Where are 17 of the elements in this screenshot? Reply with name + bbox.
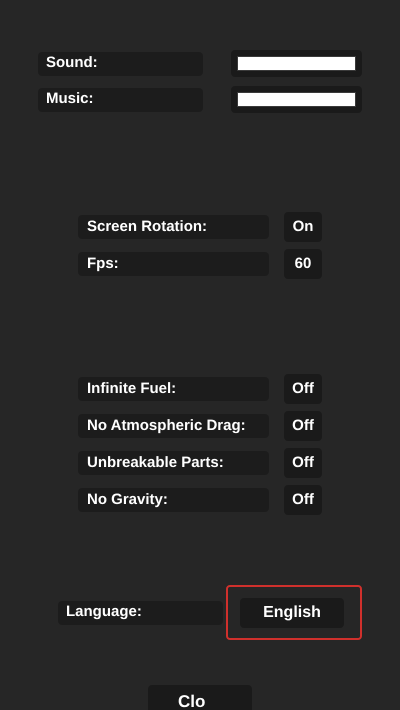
setting-label: Infinite Fuel: [78, 377, 269, 401]
toggle-button[interactable]: On [284, 212, 322, 242]
setting-label: Unbreakable Parts: [78, 451, 269, 475]
setting-label: No Atmospheric Drag: [78, 414, 269, 438]
setting-label: Language: [58, 600, 223, 624]
toggle-button[interactable]: Off [284, 485, 322, 515]
close-button[interactable]: Clo [148, 685, 252, 710]
setting-label: Fps: [78, 252, 269, 276]
toggle-button[interactable]: 60 [284, 249, 322, 279]
setting-label: Sound: [38, 52, 203, 76]
toggle-button[interactable]: Off [284, 374, 322, 404]
setting-label: Screen Rotation: [78, 215, 269, 239]
setting-label: Music: [38, 88, 203, 112]
toggle-button[interactable]: Off [284, 448, 322, 478]
language-button[interactable]: English [240, 598, 344, 628]
setting-label: No Gravity: [78, 488, 269, 512]
toggle-button[interactable]: Off [284, 411, 322, 441]
